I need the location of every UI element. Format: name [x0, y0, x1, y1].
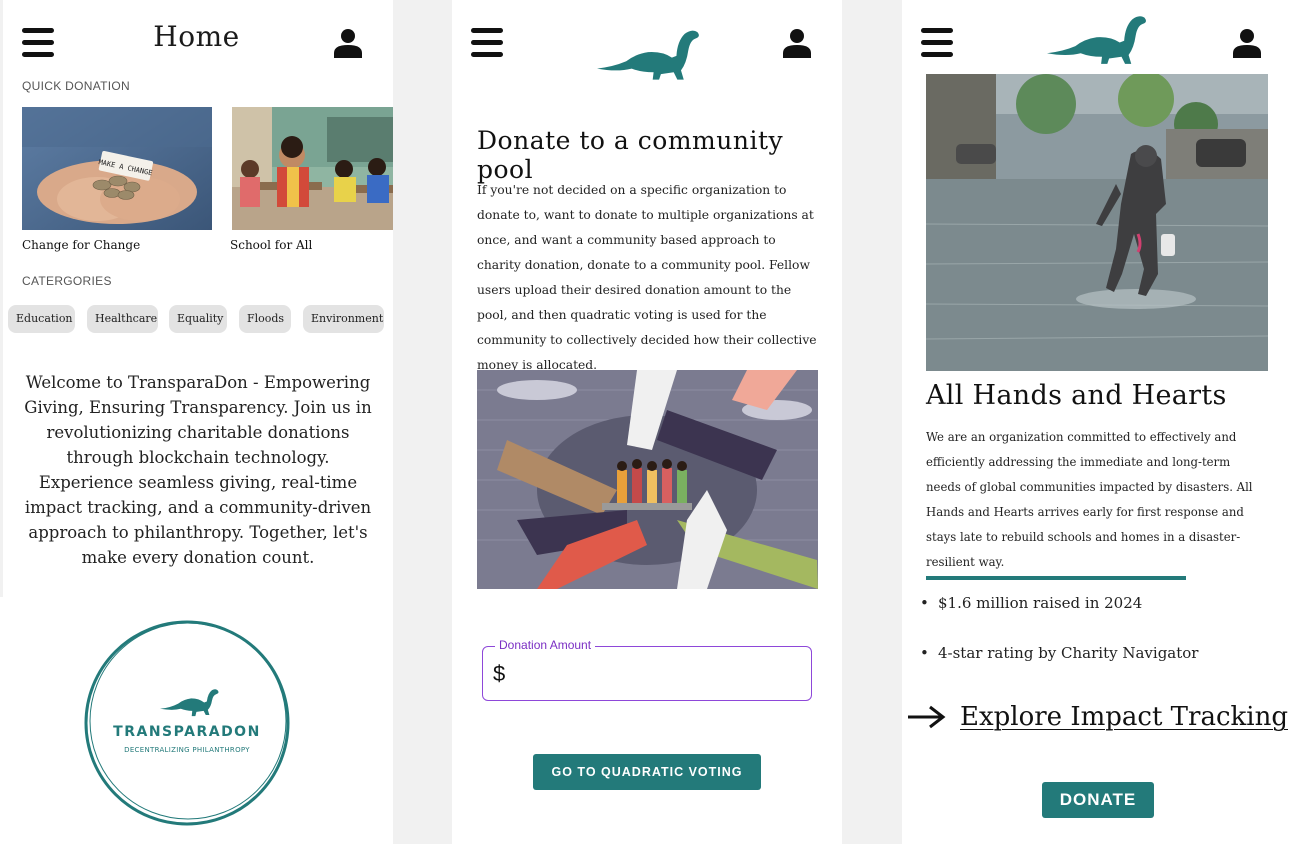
explore-impact-tracking-link[interactable]: Explore Impact Tracking	[908, 702, 1288, 732]
organization-title: All Hands and Hearts	[926, 380, 1227, 411]
stat-item: • 4-star rating by Charity Navigator	[920, 644, 1199, 662]
donation-amount-label: Donation Amount	[495, 638, 596, 652]
user-profile-icon[interactable]	[334, 28, 362, 58]
logo-tagline: DECENTRALIZING PHILANTHROPY	[124, 746, 250, 754]
donation-amount-field[interactable]: Donation Amount $	[482, 638, 812, 701]
logo-wordmark: TRANSPARADON	[113, 724, 261, 740]
category-chip-education[interactable]: Education	[8, 305, 75, 333]
organization-description: We are an organization committed to effe…	[926, 430, 1253, 569]
donation-amount-input[interactable]	[515, 659, 795, 687]
hamburger-menu-icon[interactable]	[921, 28, 953, 58]
home-screen: Home QUICK DONATION MAKE A CHANGE Change…	[0, 0, 393, 844]
transparadon-logo: TRANSPARADON DECENTRALIZING PHILANTHROPY	[82, 618, 292, 828]
section-divider	[926, 576, 1186, 580]
card-caption[interactable]: School for All	[230, 238, 312, 252]
community-pool-description: If you're not decided on a specific orga…	[477, 183, 817, 372]
flood-photo	[926, 74, 1268, 371]
community-pool-screen: Donate to a community pool If you're not…	[452, 0, 842, 844]
right-arrow-icon	[908, 705, 946, 729]
category-chip-healthcare[interactable]: Healthcare	[87, 305, 158, 333]
stat-item: • $1.6 million raised in 2024	[920, 594, 1143, 612]
change-for-change-image[interactable]: MAKE A CHANGE	[22, 107, 212, 230]
hamburger-menu-icon[interactable]	[471, 28, 503, 58]
stat-text: 4-star rating by Charity Navigator	[938, 644, 1199, 662]
panel-edge	[0, 0, 3, 597]
organization-screen: All Hands and Hearts We are an organizat…	[902, 0, 1292, 844]
go-to-quadratic-voting-button[interactable]: GO TO QUADRATIC VOTING	[533, 754, 761, 790]
categories-heading: CATERGORIES	[22, 274, 112, 288]
category-chip-environment[interactable]: Environment	[303, 305, 384, 333]
quick-donation-heading: QUICK DONATION	[22, 79, 130, 93]
dinosaur-logo-icon[interactable]	[597, 28, 702, 80]
card-caption[interactable]: Change for Change	[22, 238, 140, 252]
currency-prefix: $	[493, 661, 506, 686]
explore-link-text[interactable]: Explore Impact Tracking	[960, 702, 1288, 732]
community-hands-illustration	[477, 370, 818, 589]
welcome-text: Welcome to TransparaDon - Empowering Giv…	[24, 373, 372, 567]
school-for-all-image[interactable]	[232, 107, 393, 230]
donate-button[interactable]: DONATE	[1042, 782, 1154, 818]
stat-text: $1.6 million raised in 2024	[938, 594, 1143, 612]
page-title: Donate to a community pool	[477, 126, 784, 184]
dinosaur-logo-icon	[160, 689, 219, 717]
dinosaur-logo-icon[interactable]	[1047, 14, 1149, 64]
category-chip-equality[interactable]: Equality	[169, 305, 227, 333]
category-chip-floods[interactable]: Floods	[239, 305, 291, 333]
user-profile-icon[interactable]	[1233, 28, 1261, 58]
user-profile-icon[interactable]	[783, 28, 811, 58]
